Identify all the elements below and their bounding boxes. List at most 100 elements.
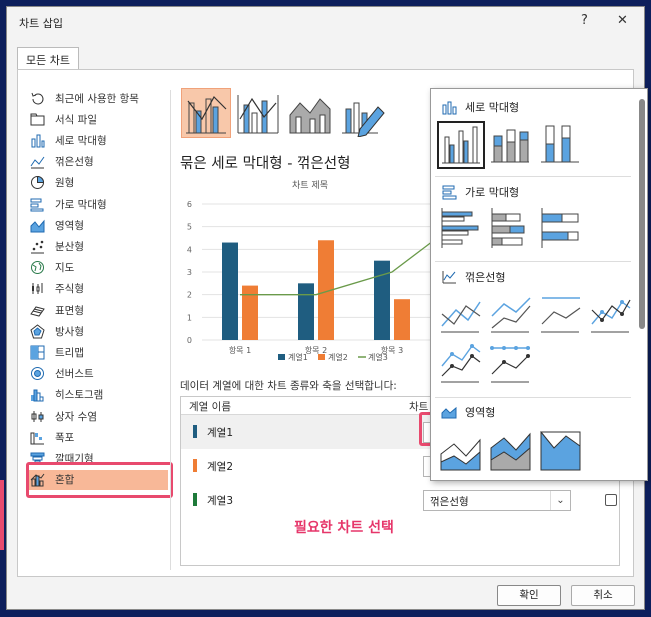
sidebar-item[interactable]: 히스토그램 [30, 385, 168, 405]
stacked-area-icon [490, 432, 531, 471]
chart-preview: 차트 제목 0 1 2 3 4 5 6 항목 1 항목 2 항목 3 계열1 계열2 계열3 [180, 174, 441, 374]
radar-chart-icon [30, 324, 45, 339]
scatter-chart-icon [31, 240, 44, 254]
legend-label: 계열3 [368, 352, 388, 362]
y-tick-label: 5 [187, 223, 192, 232]
dialog-title: 차트 삽입 [19, 17, 63, 30]
close-button[interactable]: ✕ [617, 13, 628, 28]
series-intro-text: 데이터 계열에 대한 차트 종류와 축을 선택합니다: [180, 380, 397, 392]
popup-line-markers[interactable] [587, 291, 635, 339]
sidebar-divider [170, 90, 171, 570]
stacked-bar-icon [491, 208, 525, 248]
popup-clustered-bar[interactable] [437, 205, 485, 253]
popup-section-title: 가로 막대형 [465, 186, 520, 199]
popup-stacked-column[interactable] [487, 121, 535, 169]
subtype-stacked-area-column[interactable] [285, 88, 335, 138]
100-stacked-area-icon [539, 431, 581, 471]
title-bar: 차트 삽입 ? ✕ [7, 7, 644, 37]
chart-type-dropdown[interactable]: 꺾은선형 ⌄ [423, 490, 571, 511]
combo-highlight-box [26, 461, 173, 498]
popup-stacked-area[interactable] [487, 427, 535, 475]
area-chart-icon [441, 406, 457, 419]
sidebar-item[interactable]: 지도 [30, 258, 168, 278]
chart-subtype-heading: 묶은 세로 막대형 - 꺾은선형 [180, 156, 351, 172]
box-whisker-icon [31, 410, 44, 422]
sidebar-item[interactable]: 선버스트 [30, 364, 168, 384]
sidebar-item-label: 분산형 [55, 240, 84, 253]
subtype-column-line-secondary[interactable] [233, 88, 283, 138]
sidebar-item[interactable]: 분산형 [30, 236, 168, 256]
sidebar-item[interactable]: 폭포 [30, 427, 168, 447]
recent-icon [31, 92, 44, 104]
popup-stacked-line[interactable] [487, 291, 535, 339]
sidebar-item[interactable]: 주식형 [30, 279, 168, 299]
line-chart-icon [442, 271, 456, 284]
popup-100-stacked-line[interactable] [537, 291, 585, 339]
series-color-swatch [193, 459, 197, 472]
popup-area[interactable] [437, 427, 485, 475]
sidebar-item[interactable]: 표면형 [30, 300, 168, 320]
sidebar-item[interactable]: 상자 수염 [30, 406, 168, 426]
sidebar-item-label: 폭포 [55, 431, 75, 444]
sidebar-item[interactable]: 방사형 [30, 321, 168, 341]
series-name: 계열1 [207, 427, 234, 439]
popup-section-title: 세로 막대형 [465, 101, 520, 114]
sunburst-icon [31, 367, 44, 381]
x-tick-label: 항목 2 [305, 346, 327, 355]
100-stacked-column-icon [541, 125, 579, 163]
chart-line-series [240, 235, 441, 296]
popup-separator [435, 261, 631, 262]
y-tick-label: 1 [187, 313, 192, 322]
popup-line[interactable] [437, 291, 485, 339]
sidebar-item-label: 가로 막대형 [55, 198, 107, 211]
sidebar-item[interactable]: 최근에 사용한 항목 [30, 88, 168, 108]
ok-button[interactable]: 확인 [497, 585, 561, 606]
waterfall-icon [30, 432, 44, 445]
stacked-column-icon [491, 129, 529, 163]
popup-section-bar: 가로 막대형 [441, 184, 519, 200]
sidebar-item[interactable]: 트리맵 [30, 342, 168, 362]
help-button[interactable]: ? [581, 13, 588, 28]
sidebar-item[interactable]: 영역형 [30, 215, 168, 235]
column-chart-icon [31, 134, 45, 148]
sidebar-item[interactable]: 꺾은선형 [30, 152, 168, 172]
sidebar-item[interactable]: 세로 막대형 [30, 130, 168, 150]
sidebar-item-label: 표면형 [55, 304, 84, 317]
100-stacked-line-icon [541, 297, 581, 333]
popup-100-stacked-area[interactable] [537, 427, 585, 475]
bar-chart-icon [442, 185, 457, 200]
sidebar-item-label: 주식형 [55, 283, 84, 296]
chart-bar [242, 285, 258, 340]
line-chart-icon [30, 156, 45, 169]
sidebar-item-label: 영역형 [55, 219, 84, 232]
popup-100-stacked-bar[interactable] [537, 205, 585, 253]
popup-scrollbar[interactable] [639, 99, 645, 329]
subtype-clustered-column-line[interactable] [181, 88, 231, 138]
popup-clustered-column[interactable] [437, 121, 485, 169]
popup-separator [435, 176, 631, 177]
100-stacked-bar-icon [541, 208, 579, 248]
secondary-axis-checkbox[interactable] [605, 494, 617, 506]
stacked-line-icon [491, 297, 531, 333]
popup-stacked-line-markers[interactable] [437, 341, 485, 389]
sidebar-item[interactable]: 원형 [30, 173, 168, 193]
sidebar-item-label: 세로 막대형 [55, 134, 107, 147]
cancel-button[interactable]: 취소 [571, 585, 635, 606]
series-name: 계열3 [207, 495, 234, 507]
sidebar-item[interactable]: 서식 파일 [30, 109, 168, 129]
sidebar-item-label: 상자 수염 [55, 410, 97, 423]
popup-stacked-bar[interactable] [487, 205, 535, 253]
popup-100-stacked-line-markers[interactable] [487, 341, 535, 389]
preview-chart-svg: 차트 제목0123456항목 1 항목 2 항목 3계열1 계열2 계열3 [187, 179, 441, 362]
clustered-column-line-icon [186, 96, 227, 134]
subtype-custom-combo[interactable] [337, 88, 387, 138]
sidebar-item[interactable]: 가로 막대형 [30, 194, 168, 214]
popup-100-stacked-column[interactable] [537, 121, 585, 169]
popup-section-area: 영역형 [441, 404, 495, 420]
chevron-down-icon[interactable]: ⌄ [550, 491, 570, 510]
chart-type-popup: 세로 막대형 가로 막대형 꺾은선형 영역형 [430, 88, 648, 481]
popup-section-column: 세로 막대형 [441, 99, 519, 115]
stock-chart-icon [32, 283, 43, 295]
series-row[interactable]: 계열3 꺾은선형 ⌄ [181, 483, 619, 517]
header-series-name: 계열 이름 [189, 401, 231, 413]
